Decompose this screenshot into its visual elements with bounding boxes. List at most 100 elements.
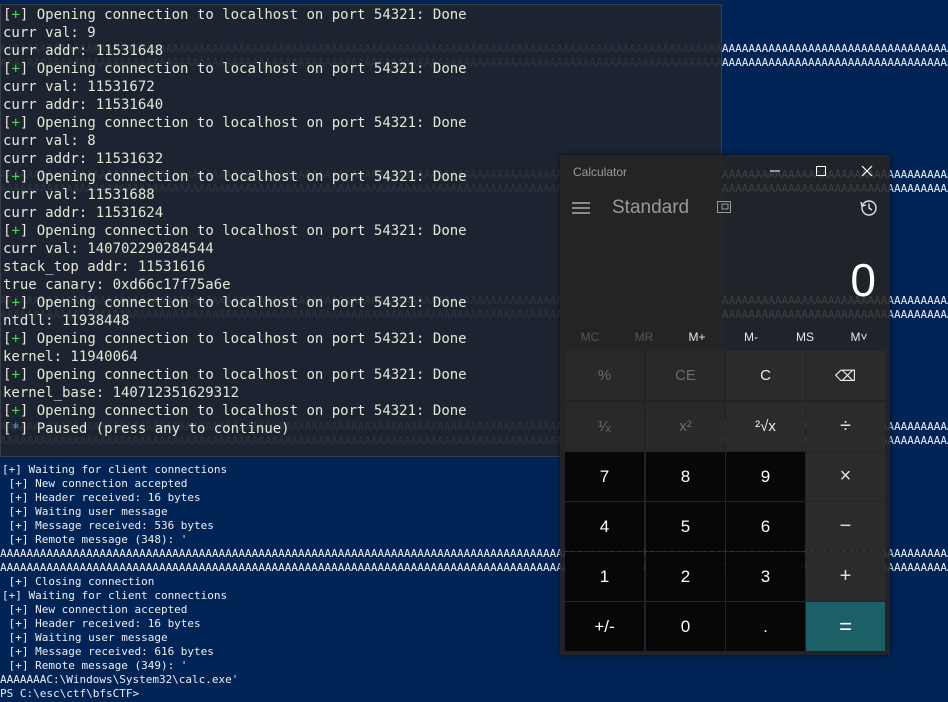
- terminal-line-text: ntdll: 11938448: [3, 313, 130, 329]
- key-5[interactable]: 5: [646, 502, 725, 551]
- ps-line: [+] Header received: 16 bytes: [2, 491, 201, 504]
- terminal-line-text: curr val: 8: [3, 133, 96, 149]
- backspace-button[interactable]: ⌫: [806, 351, 885, 400]
- terminal-line-text: Opening connection to localhost on port …: [28, 403, 467, 419]
- terminal-line: curr addr: 11531624: [3, 204, 163, 222]
- calculator-window[interactable]: Calculator Standard 0 MC MR M+ M- MS M˅ % CE C ⌫…: [560, 155, 890, 655]
- terminal-line-text: Paused (press any to continue): [28, 421, 290, 437]
- key-7[interactable]: 7: [565, 452, 644, 501]
- terminal-line-text: kernel: 11940064: [3, 349, 138, 365]
- status-tag: +: [11, 169, 20, 185]
- terminal-line: curr val: 8: [3, 132, 96, 150]
- plus-button[interactable]: +: [806, 552, 885, 601]
- memory-button-ms[interactable]: MS: [778, 325, 832, 349]
- terminal-line: true canary: 0xd66c17f75a6e: [3, 276, 231, 294]
- terminal-line-text: curr val: 11531688: [3, 187, 155, 203]
- terminal-line-text: curr addr: 11531640: [3, 97, 164, 113]
- terminal-line: [*] Paused (press any to continue): [3, 421, 290, 437]
- ps-prompt[interactable]: PS C:\esc\ctf\bfsCTF>: [0, 687, 139, 701]
- ps-line: [+] Waiting user message: [2, 631, 168, 644]
- terminal-line-text: curr val: 11531672: [3, 79, 155, 95]
- ps-line: [+] New connection accepted: [2, 603, 188, 616]
- status-tag: +: [11, 7, 20, 23]
- terminal-line: curr val: 140702290284544: [3, 240, 214, 258]
- key-9[interactable]: 9: [726, 452, 805, 501]
- terminal-line-text: curr addr: 11531648: [3, 43, 164, 59]
- key-%[interactable]: %: [565, 351, 644, 400]
- terminal-line: [+] Opening connection to localhost on p…: [3, 61, 467, 77]
- key-C[interactable]: C: [726, 351, 805, 400]
- ps-line: [+] Message received: 536 bytes: [2, 519, 214, 532]
- terminal-line: kernel: 11940064: [3, 348, 138, 366]
- ps-line: [+] Message received: 616 bytes: [2, 645, 214, 658]
- terminal-line-text: Opening connection to localhost on port …: [28, 7, 467, 23]
- terminal-line-text: curr addr: 11531632: [3, 151, 164, 167]
- terminal-line-text: stack_top addr: 11531616: [3, 259, 206, 275]
- memory-button-m+[interactable]: M+: [670, 325, 724, 349]
- menu-icon[interactable]: [572, 199, 590, 217]
- terminal-line: [+] Opening connection to localhost on p…: [3, 7, 467, 23]
- ps-line: [+] Waiting for client connections: [2, 463, 228, 476]
- ps-line: AAAAAAAC:\Windows\System32\calc.exe': [0, 673, 239, 686]
- negate-button[interactable]: +/-: [565, 602, 644, 651]
- memory-button-m[interactable]: M˅: [832, 325, 886, 349]
- sqrt-button[interactable]: ²√x: [726, 402, 805, 451]
- terminal-line: [+] Opening connection to localhost on p…: [3, 169, 467, 185]
- terminal-line: [+] Opening connection to localhost on p…: [3, 403, 467, 419]
- minimize-button[interactable]: [752, 155, 798, 187]
- reciprocal-button[interactable]: ¹⁄ₓ: [565, 402, 644, 451]
- ps-line: [+] Closing connection: [2, 575, 155, 588]
- terminal-line-text: curr val: 9: [3, 25, 96, 41]
- history-icon[interactable]: [858, 197, 880, 219]
- terminal-line-text: kernel_base: 140712351629312: [3, 385, 240, 401]
- divide-button[interactable]: ÷: [806, 402, 885, 451]
- terminal-line: [+] Opening connection to localhost on p…: [3, 367, 467, 383]
- terminal-line: [+] Opening connection to localhost on p…: [3, 115, 467, 131]
- memory-button-mc[interactable]: MC: [563, 325, 617, 349]
- key-6[interactable]: 6: [726, 502, 805, 551]
- key-4[interactable]: 4: [565, 502, 644, 551]
- terminal-line-text: Opening connection to localhost on port …: [28, 331, 467, 347]
- terminal-line: curr addr: 11531632: [3, 150, 163, 168]
- multiply-button[interactable]: ×: [806, 452, 885, 501]
- square-button[interactable]: x²: [646, 402, 725, 451]
- minus-button[interactable]: −: [806, 502, 885, 551]
- ps-line: [+] Waiting for client connections: [2, 589, 228, 602]
- key-8[interactable]: 8: [646, 452, 725, 501]
- terminal-line-text: Opening connection to localhost on port …: [28, 295, 467, 311]
- calculator-mode: Standard: [612, 197, 690, 218]
- key-2[interactable]: 2: [646, 552, 725, 601]
- terminal-line-text: Opening connection to localhost on port …: [28, 367, 467, 383]
- terminal-line: [+] Opening connection to localhost on p…: [3, 331, 467, 347]
- ps-line: [+] New connection accepted: [2, 477, 188, 490]
- status-tag: +: [11, 367, 20, 383]
- minimize-icon: [770, 170, 780, 172]
- equals-button[interactable]: =: [806, 602, 885, 651]
- maximize-button[interactable]: [798, 155, 844, 187]
- terminal-line: kernel_base: 140712351629312: [3, 384, 239, 402]
- keep-on-top-icon[interactable]: [716, 199, 732, 215]
- terminal-line: curr val: 11531688: [3, 186, 155, 204]
- terminal-line-text: Opening connection to localhost on port …: [28, 169, 467, 185]
- decimal-button[interactable]: .: [726, 602, 805, 651]
- terminal-line-text: Opening connection to localhost on port …: [28, 223, 467, 239]
- key-3[interactable]: 3: [726, 552, 805, 601]
- ps-line: [+] Remote message (348): ': [2, 533, 188, 546]
- key-0[interactable]: 0: [646, 602, 725, 651]
- status-tag: *: [11, 421, 20, 437]
- result-display: 0: [850, 254, 876, 306]
- terminal-line-text: true canary: 0xd66c17f75a6e: [3, 277, 231, 293]
- maximize-icon: [816, 166, 826, 176]
- status-tag: +: [11, 115, 20, 131]
- terminal-line: curr addr: 11531640: [3, 96, 163, 114]
- terminal-line-text: curr val: 140702290284544: [3, 241, 214, 257]
- status-tag: +: [11, 331, 20, 347]
- key-CE[interactable]: CE: [646, 351, 725, 400]
- key-1[interactable]: 1: [565, 552, 644, 601]
- window-title: Calculator: [573, 165, 628, 179]
- memory-button-mr[interactable]: MR: [617, 325, 671, 349]
- close-button[interactable]: [844, 155, 890, 187]
- memory-button-m-[interactable]: M-: [724, 325, 778, 349]
- status-tag: +: [11, 403, 20, 419]
- status-tag: +: [11, 61, 20, 77]
